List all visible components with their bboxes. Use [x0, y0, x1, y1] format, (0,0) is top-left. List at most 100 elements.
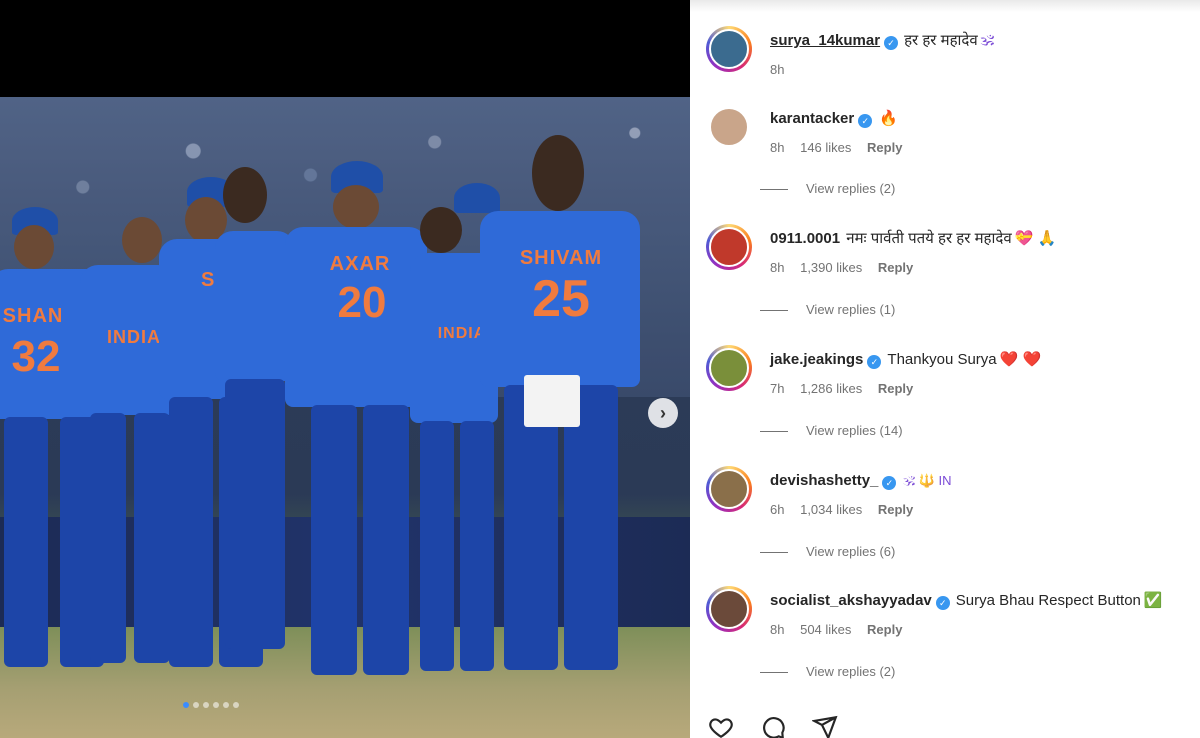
avatar[interactable]	[706, 345, 752, 391]
heart-icon[interactable]	[708, 714, 734, 738]
replies-divider	[760, 672, 788, 674]
avatar[interactable]	[706, 104, 752, 150]
view-replies-button[interactable]: View replies (2)	[760, 664, 895, 679]
replies-divider	[760, 431, 788, 433]
verified-badge-icon: ✓	[935, 596, 950, 610]
view-replies-button[interactable]: View replies (1)	[760, 302, 895, 317]
verified-badge-icon: ✓	[858, 114, 873, 128]
comment-likes[interactable]: 146 likes	[800, 140, 851, 155]
comment-emoji: 🕉 🔱 IN	[903, 473, 952, 488]
comment-emoji: 💝 🙏	[1014, 230, 1057, 247]
comments-pane: surya_14kumar ✓ हर हर महादेव 🕉 8h karantack…	[690, 0, 1200, 738]
caption-emoji: 🕉	[980, 32, 995, 49]
comment-likes[interactable]: 1,286 likes	[800, 381, 862, 396]
avatar-image	[709, 348, 749, 388]
comment-username[interactable]: 0911.0001	[770, 230, 840, 247]
header-divider	[690, 0, 1200, 12]
post-photo[interactable]: SHAN 32 INDIA SURYA 63	[0, 97, 690, 738]
comment-text: नमः पार्वती पतये हर हर महादेव	[846, 230, 1012, 247]
comment-line: jake.jeakings ✓ Thankyou Surya ❤️ ❤️	[770, 350, 1041, 370]
comment-emoji: 🔥	[879, 110, 898, 127]
comment-meta: 8h 1,390 likes Reply	[770, 260, 925, 275]
post-action-bar	[708, 714, 838, 738]
comment-line: 0911.0001 नमः पार्वती पतये हर हर महादेव 💝…	[770, 229, 1056, 249]
view-replies-label: View replies (2)	[806, 664, 896, 679]
view-replies-label: View replies (2)	[806, 181, 896, 196]
caption-text: हर हर महादेव	[904, 32, 978, 49]
jersey-number: 32	[11, 332, 61, 381]
carousel-dot[interactable]	[183, 702, 189, 708]
comment-text: Thankyou Surya	[887, 351, 997, 368]
verified-badge-icon: ✓	[867, 355, 882, 369]
comment-time: 6h	[770, 502, 785, 517]
player-shivam: SHIVAM 25	[470, 135, 645, 700]
avatar-image	[709, 227, 749, 267]
avatar[interactable]	[706, 586, 752, 632]
chevron-right-icon: ›	[660, 402, 666, 423]
avatar-image	[709, 589, 749, 629]
view-replies-label: View replies (1)	[806, 302, 896, 317]
avatar-image	[709, 29, 749, 69]
view-replies-button[interactable]: View replies (14)	[760, 423, 903, 438]
caption-line: surya_14kumar ✓ हर हर महादेव 🕉	[770, 31, 994, 51]
carousel-dot[interactable]	[223, 702, 229, 708]
carousel-dot[interactable]	[203, 702, 209, 708]
player-background	[205, 167, 295, 667]
carousel-indicator	[183, 702, 239, 708]
comment-likes[interactable]: 1,390 likes	[800, 260, 862, 275]
replies-divider	[760, 189, 788, 191]
reply-button[interactable]: Reply	[878, 381, 913, 396]
comment-time: 8h	[770, 622, 785, 637]
comment-meta: 6h 1,034 likes Reply	[770, 502, 925, 517]
avatar[interactable]	[706, 466, 752, 512]
jersey-name: AXAR	[329, 253, 391, 275]
reply-button[interactable]: Reply	[878, 260, 913, 275]
comment-emoji: ❤️ ❤️	[999, 351, 1042, 368]
reply-button[interactable]: Reply	[867, 622, 902, 637]
comment-meta: 8h 504 likes Reply	[770, 622, 914, 637]
view-replies-label: View replies (6)	[806, 544, 896, 559]
jersey-number: 25	[532, 270, 590, 328]
player-axar: AXAR 20	[285, 161, 430, 691]
comment-emoji: ✅	[1143, 592, 1163, 609]
jersey-name: SHIVAM	[519, 247, 603, 269]
comment-username[interactable]: socialist_akshayyadav	[770, 592, 932, 609]
reply-button[interactable]: Reply	[878, 502, 913, 517]
avatar[interactable]	[706, 224, 752, 270]
comment-username[interactable]: devishashetty_	[770, 472, 878, 489]
comment-time: 8h	[770, 140, 785, 155]
carousel-dot[interactable]	[233, 702, 239, 708]
jersey-name: SHAN	[2, 305, 64, 327]
comment-line: devishashetty_ ✓ 🕉 🔱 IN	[770, 471, 952, 491]
comment-meta: 7h 1,286 likes Reply	[770, 381, 925, 396]
comment-likes[interactable]: 1,034 likes	[800, 502, 862, 517]
verified-badge-icon: ✓	[882, 476, 897, 490]
caption-meta: 8h	[770, 62, 796, 77]
carousel-dot[interactable]	[193, 702, 199, 708]
carousel-dot[interactable]	[213, 702, 219, 708]
view-replies-button[interactable]: View replies (2)	[760, 181, 895, 196]
towel	[524, 375, 580, 427]
comment-time: 8h	[770, 260, 785, 275]
comment-username[interactable]: jake.jeakings	[770, 351, 863, 368]
post-media-pane: SHAN 32 INDIA SURYA 63	[0, 0, 690, 738]
next-media-button[interactable]: ›	[648, 398, 678, 428]
avatar-image	[709, 469, 749, 509]
reply-button[interactable]: Reply	[867, 140, 902, 155]
replies-divider	[760, 310, 788, 312]
replies-divider	[760, 552, 788, 554]
comment-likes[interactable]: 504 likes	[800, 622, 851, 637]
share-icon[interactable]	[812, 714, 838, 738]
caption-username[interactable]: surya_14kumar	[770, 32, 880, 49]
verified-badge-icon: ✓	[884, 36, 899, 50]
avatar[interactable]	[706, 26, 752, 72]
jersey-number: 20	[337, 278, 387, 327]
comment-icon[interactable]	[760, 714, 786, 738]
comment-line: karantacker ✓ 🔥	[770, 109, 898, 129]
avatar-image	[709, 107, 749, 147]
comment-username[interactable]: karantacker	[770, 110, 854, 127]
comment-line: socialist_akshayyadav ✓ Surya Bhau Respect…	[770, 591, 1163, 611]
view-replies-label: View replies (14)	[806, 423, 903, 438]
comment-time: 7h	[770, 381, 785, 396]
view-replies-button[interactable]: View replies (6)	[760, 544, 895, 559]
